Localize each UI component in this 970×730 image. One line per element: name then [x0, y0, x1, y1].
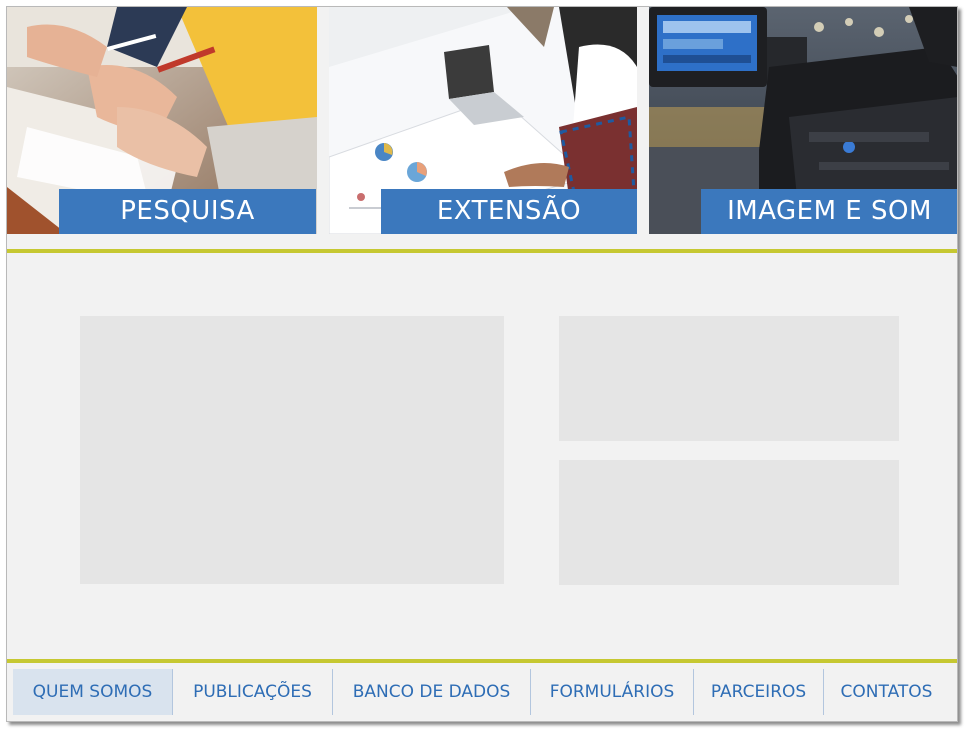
hero-tile-extensao[interactable]: EXTENSÃO [329, 7, 637, 234]
hero-tile-pesquisa[interactable]: PESQUISA [7, 7, 317, 234]
nav-item-publicacoes[interactable]: PUBLICAÇÕES [172, 669, 332, 715]
top-divider [7, 249, 957, 253]
nav-item-contatos[interactable]: CONTATOS [823, 669, 949, 715]
page-frame: PESQUISA EXTENSÃO IMAGEM E SOM QUEM SOMO… [6, 6, 958, 722]
hero-tile-imagem-e-som[interactable]: IMAGEM E SOM [649, 7, 957, 234]
footer-nav: QUEM SOMOS PUBLICAÇÕES BANCO DE DADOS FO… [13, 669, 949, 715]
nav-item-formularios[interactable]: FORMULÁRIOS [530, 669, 693, 715]
bottom-divider [7, 659, 957, 663]
content-placeholder-top-right [559, 316, 899, 441]
hero-label-pesquisa[interactable]: PESQUISA [59, 189, 316, 234]
hero-label-extensao[interactable]: EXTENSÃO [381, 189, 637, 234]
hero-label-imagem-e-som[interactable]: IMAGEM E SOM [701, 189, 957, 234]
nav-item-parceiros[interactable]: PARCEIROS [693, 669, 823, 715]
nav-item-banco-de-dados[interactable]: BANCO DE DADOS [332, 669, 530, 715]
nav-item-quem-somos[interactable]: QUEM SOMOS [13, 669, 172, 715]
content-placeholder-large [80, 316, 504, 584]
content-placeholder-bottom-right [559, 460, 899, 585]
